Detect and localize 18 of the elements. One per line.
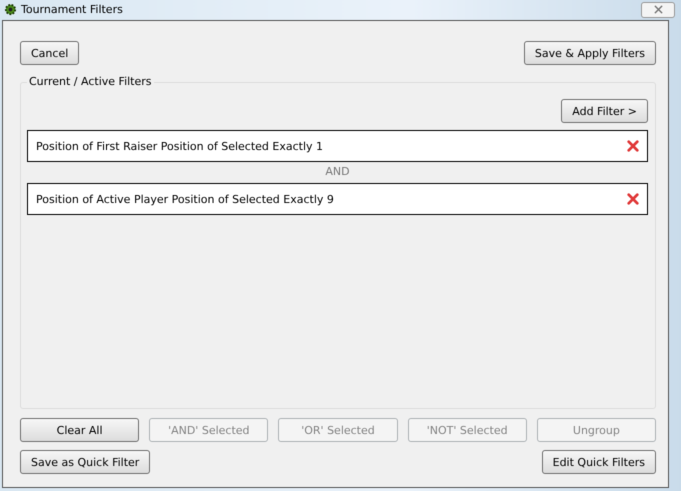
cancel-button[interactable]: Cancel bbox=[20, 41, 80, 65]
gear-icon bbox=[4, 3, 17, 16]
filter-text: Position of Active Player Position of Selected Exactly 9 bbox=[36, 192, 334, 206]
close-icon bbox=[654, 5, 662, 14]
delete-icon[interactable] bbox=[627, 140, 639, 152]
group-title: Current / Active Filters bbox=[27, 75, 154, 88]
filter-row[interactable]: Position of First Raiser Position of Selected Exactly 1 bbox=[27, 130, 648, 162]
save-quick-filter-button[interactable]: Save as Quick Filter bbox=[20, 450, 150, 474]
close-button[interactable] bbox=[641, 2, 675, 18]
add-filter-button[interactable]: Add Filter > bbox=[561, 99, 648, 123]
delete-icon[interactable] bbox=[627, 193, 639, 205]
filter-row[interactable]: Position of Active Player Position of Selected Exactly 9 bbox=[27, 183, 648, 215]
save-apply-button[interactable]: Save & Apply Filters bbox=[524, 41, 656, 65]
edit-quick-filters-button[interactable]: Edit Quick Filters bbox=[542, 450, 656, 474]
window-title: Tournament Filters bbox=[21, 3, 123, 16]
action-button[interactable]: Clear All bbox=[20, 418, 140, 442]
connector-label: AND bbox=[324, 165, 351, 179]
filter-text: Position of First Raiser Position of Selected Exactly 1 bbox=[36, 140, 324, 152]
